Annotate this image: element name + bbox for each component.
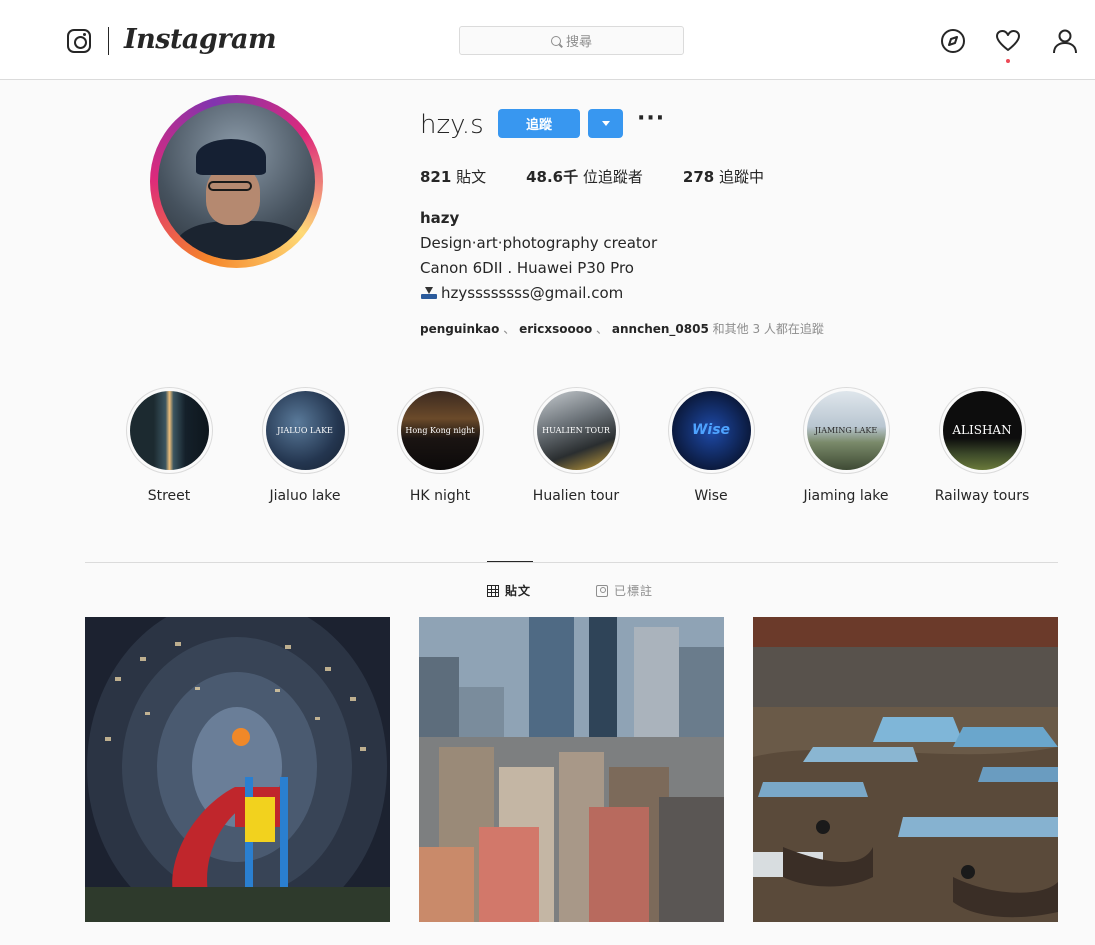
followers-stat[interactable]: 48.6千 位追蹤者 (526, 166, 643, 187)
post-thumbnail[interactable] (419, 617, 724, 922)
follow-button[interactable]: 追蹤 (498, 109, 580, 138)
highlight-cover: JIAMING LAKE (806, 391, 886, 470)
tab-divider (85, 562, 1058, 563)
bio-line: Canon 6DII . Huawei P30 Pro (420, 259, 634, 277)
tab-posts[interactable]: 貼文 (487, 582, 531, 599)
grid-icon (487, 584, 499, 597)
highlight-cover: JIALUO LAKE (265, 391, 345, 470)
highlight-wise[interactable]: Wise Wise (661, 387, 761, 504)
post-image-city-skyline (419, 617, 724, 922)
posts-stat: 821 貼文 (420, 168, 487, 186)
instagram-wordmark[interactable]: Instagram (124, 24, 277, 55)
notification-dot (1006, 59, 1010, 63)
highlight-cover: Hong Kong night (400, 391, 480, 470)
post-thumbnail[interactable] (85, 617, 390, 922)
highlight-label: Street (147, 488, 191, 504)
search-placeholder: 搜尋 (565, 35, 592, 50)
highlight-label: Hualien tour (532, 488, 620, 504)
highlight-label: Railway tours (934, 488, 1030, 504)
highlight-label: HK night (409, 488, 471, 504)
profile-username: hzy.s (420, 110, 484, 140)
followed-by[interactable]: penguinkao 、 ericxsoooo 、 annchen_0805 和… (420, 320, 824, 337)
user-icon[interactable] (1052, 28, 1078, 54)
highlight-label: Wise (694, 488, 728, 504)
heart-icon[interactable] (995, 28, 1021, 54)
bio-email: hzyssssssss@gmail.com (420, 284, 623, 302)
suggested-dropdown-button[interactable] (588, 109, 623, 138)
highlight-label: Jialuo lake (269, 488, 341, 504)
highlight-label: Jiaming lake (803, 488, 889, 504)
post-image-floating-market (753, 617, 1058, 922)
search-input[interactable]: 搜尋 (459, 26, 684, 55)
logo-divider (108, 27, 109, 55)
tab-active-indicator (487, 561, 533, 562)
top-nav: Instagram 搜尋 (0, 0, 1095, 80)
highlight-jialuo-lake[interactable]: JIALUO LAKE Jialuo lake (255, 387, 355, 504)
bio-line: Design‧art‧photography creator (420, 234, 658, 252)
post-thumbnail[interactable] (753, 617, 1058, 922)
inbox-tray-icon (420, 286, 438, 300)
highlight-cover: ALISHAN (942, 391, 1022, 470)
camera-icon[interactable] (67, 29, 91, 53)
bio-name: hazy (420, 209, 460, 227)
highlight-cover: Wise (671, 391, 751, 470)
avatar[interactable] (158, 103, 315, 260)
tag-icon (596, 584, 608, 597)
highlight-cover (129, 391, 209, 470)
highlight-street[interactable]: Street (119, 387, 219, 504)
highlight-hualien-tour[interactable]: HUALIEN TOUR Hualien tour (526, 387, 626, 504)
post-image-round-tower (85, 617, 390, 922)
profile-stats: 821 貼文 48.6千 位追蹤者 278 追蹤中 (420, 166, 804, 187)
following-stat[interactable]: 278 追蹤中 (683, 166, 764, 187)
explore-icon[interactable] (940, 28, 966, 54)
more-options-icon[interactable]: ··· (637, 108, 664, 134)
highlight-railway-tours[interactable]: ALISHAN Railway tours (932, 387, 1032, 504)
highlight-hk-night[interactable]: Hong Kong night HK night (390, 387, 490, 504)
tab-tagged[interactable]: 已標註 (596, 582, 653, 599)
search-icon (550, 35, 561, 46)
highlight-cover: HUALIEN TOUR (536, 391, 616, 470)
highlight-jiaming-lake[interactable]: JIAMING LAKE Jiaming lake (796, 387, 896, 504)
